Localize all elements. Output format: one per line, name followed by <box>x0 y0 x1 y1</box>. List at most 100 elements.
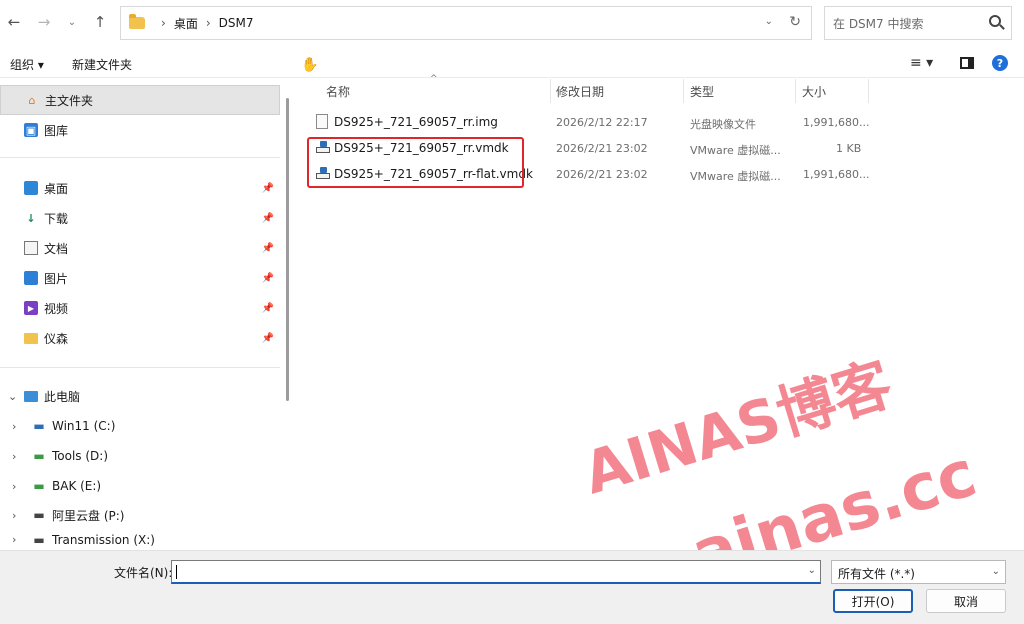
pin-icon[interactable]: 📌 <box>262 333 274 344</box>
text-caret <box>176 565 177 579</box>
organize-button[interactable]: 组织 ▾ <box>10 56 44 73</box>
sidebar-item-folder[interactable]: 仪森 📌 <box>0 323 280 353</box>
recent-chevron-icon[interactable]: ⌄ <box>62 12 82 32</box>
computer-icon <box>24 390 38 402</box>
column-separator[interactable] <box>795 79 796 103</box>
cancel-button[interactable]: 取消 <box>926 589 1006 613</box>
address-bar[interactable]: › 桌面 › DSM7 ⌄ ↻ <box>120 6 812 40</box>
breadcrumb-separator-icon: › <box>205 16 211 30</box>
sidebar-item-label: 图片 <box>44 271 69 286</box>
help-icon[interactable]: ? <box>992 55 1008 71</box>
sidebar-item-label: 图库 <box>44 123 69 138</box>
search-icon[interactable] <box>989 15 1001 27</box>
breadcrumb-separator-icon: › <box>161 16 166 30</box>
back-arrow-icon[interactable]: ← <box>4 12 24 32</box>
annotation-highlight-box <box>307 137 524 188</box>
folder-icon <box>24 332 38 344</box>
videos-icon: ▶ <box>24 301 38 315</box>
expand-chevron-icon[interactable]: ⌄ <box>8 390 17 403</box>
file-date: 2026/2/12 22:17 <box>556 116 648 129</box>
refresh-icon[interactable]: ↻ <box>789 14 801 30</box>
drive-icon: ▬ <box>33 508 45 522</box>
sidebar-item-drive-x[interactable]: › ▬ Transmission (X:) <box>0 529 280 550</box>
file-row[interactable]: DS925+_721_69057_rr.img 2026/2/12 22:17 … <box>308 110 870 134</box>
sidebar-item-drive-e[interactable]: › ▬ BAK (E:) <box>0 471 280 501</box>
file-size: 1,991,680... <box>803 168 870 181</box>
breadcrumb-desktop[interactable]: 桌面 <box>174 15 198 32</box>
sidebar-item-label: 下载 <box>44 211 69 226</box>
sidebar-item-label: 阿里云盘 (P:) <box>52 508 125 523</box>
sidebar-item-drive-c[interactable]: › ▬ Win11 (C:) <box>0 411 280 441</box>
file-size: 1,991,680... <box>803 116 870 129</box>
sidebar-item-label: Transmission (X:) <box>52 532 155 547</box>
sidebar-divider <box>0 157 280 158</box>
sidebar-item-label: 文档 <box>44 241 69 256</box>
filename-input[interactable]: ⌄ <box>171 560 821 584</box>
document-icon <box>24 241 38 255</box>
sidebar-scrollbar[interactable] <box>286 98 289 401</box>
file-date: 2026/2/21 23:02 <box>556 142 648 155</box>
drive-icon: ▬ <box>33 479 45 493</box>
expand-chevron-icon[interactable]: › <box>12 450 16 463</box>
address-dropdown-icon[interactable]: ⌄ <box>765 16 773 27</box>
pin-icon[interactable]: 📌 <box>262 303 274 314</box>
pin-icon[interactable]: 📌 <box>262 243 274 254</box>
column-header-size[interactable]: 大小 <box>802 79 826 103</box>
sidebar-item-gallery[interactable]: ▣ 图库 <box>0 115 280 145</box>
breadcrumb-dsm7[interactable]: DSM7 <box>219 16 254 30</box>
view-options-icon[interactable]: ≡ ▾ <box>910 55 933 71</box>
filetype-select[interactable]: 所有文件 (*.*) ⌄ <box>831 560 1006 584</box>
filename-dropdown-icon[interactable]: ⌄ <box>808 565 816 576</box>
sort-ascending-icon: ^ <box>430 74 438 84</box>
expand-chevron-icon[interactable]: › <box>12 480 16 493</box>
gallery-icon: ▣ <box>24 123 38 137</box>
column-header-type[interactable]: 类型 <box>690 79 714 103</box>
sidebar-item-label: 此电脑 <box>44 389 81 404</box>
column-header-name[interactable]: 名称 <box>326 79 350 103</box>
hand-cursor-icon: ✋ <box>301 57 319 73</box>
home-icon: ⌂ <box>28 93 36 107</box>
sidebar-item-drive-d[interactable]: › ▬ Tools (D:) <box>0 441 280 471</box>
file-type: VMware 虚拟磁... <box>690 144 781 157</box>
sidebar-item-drive-p[interactable]: › ▬ 阿里云盘 (P:) <box>0 500 280 530</box>
sidebar-item-documents[interactable]: 文档 📌 <box>0 233 280 263</box>
sidebar-item-label: Win11 (C:) <box>52 419 116 433</box>
column-separator[interactable] <box>550 79 551 103</box>
new-folder-button[interactable]: 新建文件夹 <box>72 56 132 73</box>
sidebar-item-videos[interactable]: ▶ 视频 📌 <box>0 293 280 323</box>
download-icon: ↓ <box>26 211 36 225</box>
column-separator[interactable] <box>683 79 684 103</box>
up-arrow-icon[interactable]: ↑ <box>90 12 110 32</box>
windows-drive-icon: ▬ <box>33 419 45 433</box>
address-row: ← → ⌄ ↑ › 桌面 › DSM7 ⌄ ↻ 在 DSM7 中搜索 <box>0 0 1024 46</box>
sidebar-item-pictures[interactable]: 图片 📌 <box>0 263 280 293</box>
chevron-down-icon: ⌄ <box>991 566 1000 577</box>
navigation-pane: ⌂ 主文件夹 ▣ 图库 桌面 📌 ↓ 下载 📌 文档 📌 图片 📌 ▶ 视频 📌… <box>0 79 292 550</box>
sidebar-item-label: 桌面 <box>44 181 69 196</box>
file-size: 1 KB <box>836 142 862 155</box>
pin-icon[interactable]: 📌 <box>262 183 274 194</box>
sidebar-item-downloads[interactable]: ↓ 下载 📌 <box>0 203 280 233</box>
sidebar-divider <box>0 367 280 368</box>
file-date: 2026/2/21 23:02 <box>556 168 648 181</box>
folder-icon <box>129 14 145 29</box>
preview-pane-icon[interactable] <box>960 57 974 69</box>
column-separator[interactable] <box>868 79 869 103</box>
expand-chevron-icon[interactable]: › <box>12 509 16 522</box>
file-name: DS925+_721_69057_rr.img <box>334 115 498 129</box>
toolbar: 组织 ▾ 新建文件夹 ≡ ▾ <box>0 48 1024 78</box>
filename-label: 文件名(N): <box>114 566 173 580</box>
file-type: 光盘映像文件 <box>690 118 756 131</box>
drive-icon: ▬ <box>33 449 45 463</box>
expand-chevron-icon[interactable]: › <box>12 533 16 546</box>
search-input[interactable]: 在 DSM7 中搜索 <box>824 6 1012 40</box>
pin-icon[interactable]: 📌 <box>262 213 274 224</box>
expand-chevron-icon[interactable]: › <box>12 420 16 433</box>
pin-icon[interactable]: 📌 <box>262 273 274 284</box>
sidebar-item-desktop[interactable]: 桌面 📌 <box>0 173 280 203</box>
open-button[interactable]: 打开(O) <box>833 589 913 613</box>
forward-arrow-icon[interactable]: → <box>34 12 54 32</box>
column-header-date[interactable]: 修改日期 <box>556 79 604 103</box>
sidebar-item-home[interactable]: ⌂ 主文件夹 <box>0 85 280 115</box>
sidebar-item-this-pc[interactable]: ⌄ 此电脑 <box>0 381 280 411</box>
